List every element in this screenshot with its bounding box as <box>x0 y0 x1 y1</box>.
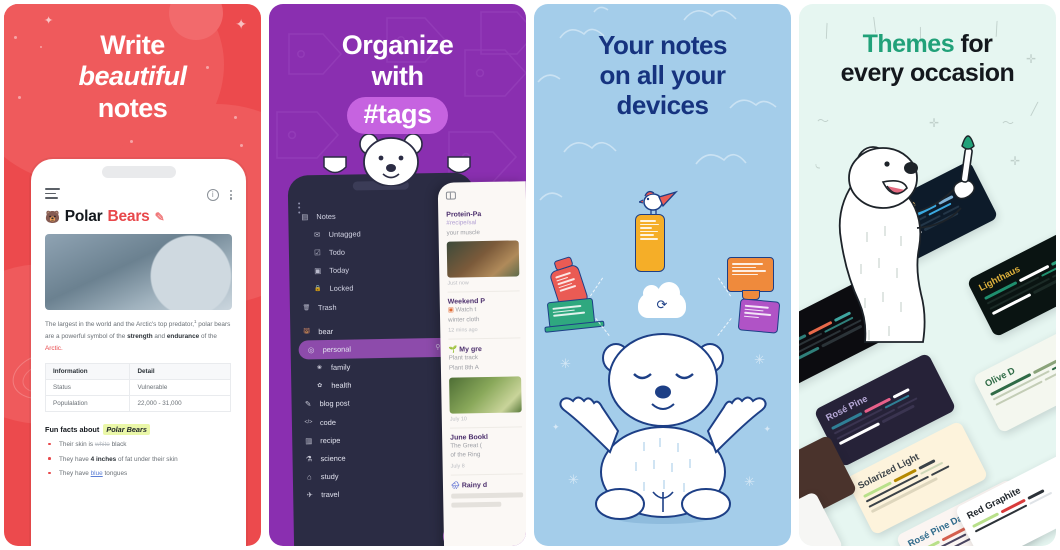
decorative-dot <box>240 144 243 147</box>
panel-themes-for-every-occasion: ╲ ╲ ╱ ╱ ✛ ～ ✛ ～ ᔈ ✛ ～ ╱ Themes for every… <box>799 4 1056 546</box>
phone-notch <box>101 166 176 178</box>
list-item[interactable]: 🌧 Rainy d <box>451 474 524 512</box>
trash-icon: 🗑 <box>302 304 311 311</box>
sync-icon: ⟳ <box>656 297 668 312</box>
kebab-menu-icon[interactable] <box>229 189 232 201</box>
note-editor-toolbar: i <box>31 178 246 204</box>
funfacts-list: Their skin is white black They have 4 in… <box>31 435 246 479</box>
decorative-scribble: ～ <box>1001 116 1014 130</box>
bear-paw-icon <box>447 156 471 174</box>
note-paragraph: The largest in the world and the Arctic'… <box>45 318 231 352</box>
bear-paw-icon <box>323 156 347 174</box>
note-thumbnail <box>446 240 520 278</box>
decorative-dot <box>130 140 133 143</box>
family-icon: ❀ <box>316 365 323 372</box>
recipe-icon: ▥ <box>305 436 313 446</box>
list-item: They have 4 inches of fat under their sk… <box>45 455 232 465</box>
loading-skeleton <box>451 492 524 499</box>
panel-headline: Your notes on all your devices <box>598 30 727 121</box>
note-list-panel: Protein-Pa #recipe/sal your muscle Just … <box>437 181 526 546</box>
feather-icon: ✎ <box>304 399 312 409</box>
note-thumbnail <box>449 376 522 414</box>
bear-emoji-icon: 🐻 <box>45 209 60 224</box>
inbox-icon: ✉ <box>313 229 321 239</box>
device-monitor <box>727 257 774 292</box>
note-table: Information Detail Status Vulnerable Pop… <box>44 363 231 413</box>
checkbox-icon: ☑ <box>314 248 321 258</box>
meditating-polar-bear <box>558 333 767 524</box>
person-tag-icon: ◎ <box>307 345 315 355</box>
info-icon[interactable]: i <box>206 188 219 201</box>
panel-headline: Themes for every occasion <box>840 30 1015 87</box>
lock-icon: 🔒 <box>314 286 322 293</box>
plane-icon: ✈ <box>306 490 313 500</box>
notebook-icon: ▤ <box>301 211 309 222</box>
decorative-scribble: ✛ <box>1009 154 1020 168</box>
panel-organize-with-tags: Organize with #tags ▤ Notes ✉ Untagged ☑… <box>269 4 526 546</box>
list-item[interactable]: Weekend P ▣ Watch t winter cloth 12 mins… <box>447 291 521 341</box>
panel-write-beautiful-notes: ✦ ✦ Write beautiful notes i 🐻 Polar Bear… <box>4 4 261 546</box>
decorative-scribble: ╱ <box>1030 102 1038 116</box>
list-item[interactable]: June Bookl The Great ( of the Ring July … <box>449 427 523 476</box>
panel-notes-on-all-devices: Your notes on all your devices ⟳ ✳ ✳ ✦ ✦… <box>534 4 791 546</box>
app-store-screenshot-strip: ✦ ✦ Write beautiful notes i 🐻 Polar Bear… <box>0 0 1060 550</box>
calendar-icon: ▣ <box>314 266 322 276</box>
pencil-icon[interactable]: ✎ <box>155 210 165 224</box>
sidebar-toggle-icon[interactable] <box>445 191 456 200</box>
list-item[interactable]: 🌱 My gre Plant track Plant 8th A July 10 <box>448 338 522 429</box>
bear-icon: 🐻 <box>303 328 311 336</box>
loading-skeleton <box>451 501 502 508</box>
table-row: Status Vulnerable <box>44 379 231 397</box>
cloud-sync-badge: ⟳ <box>638 282 686 318</box>
peeking-polar-bear <box>359 133 423 186</box>
list-item: They have blue tongues <box>45 469 232 479</box>
hamburger-icon[interactable] <box>45 188 60 202</box>
health-icon: ✿ <box>317 383 323 390</box>
note-title[interactable]: 🐻 Polar Bears ✎ <box>31 204 246 226</box>
phone-mockup-note-editor: i 🐻 Polar Bears ✎ The largest in the wor… <box>31 159 246 546</box>
rain-emoji-icon: 🌧 <box>450 482 460 490</box>
note-list: Protein-Pa #recipe/sal your muscle Just … <box>438 202 526 514</box>
panel-headline: Organize with #tags <box>269 30 526 134</box>
code-icon: </> <box>304 419 313 426</box>
list-item: Their skin is white black <box>45 440 232 450</box>
sparkle-icon: ✦ <box>44 15 54 27</box>
panel-headline: Write beautiful notes <box>78 30 188 123</box>
image-badge-icon: ▣ <box>447 306 454 314</box>
device-phone <box>635 214 665 272</box>
list-item[interactable]: Protein-Pa #recipe/sal your muscle Just … <box>446 204 520 293</box>
flask-icon: ⚗ <box>305 454 313 464</box>
table-header-row: Information Detail <box>44 363 231 381</box>
table-row: Populalation 22,000 - 31,000 <box>44 395 231 413</box>
note-hero-image <box>45 233 232 310</box>
bird-icon <box>639 190 679 215</box>
study-icon: ⌂ <box>307 472 312 482</box>
tags-chip: #tags <box>347 96 448 134</box>
painting-polar-bear <box>838 135 976 343</box>
funfacts-heading: Fun facts about Polar Bears <box>31 412 246 436</box>
